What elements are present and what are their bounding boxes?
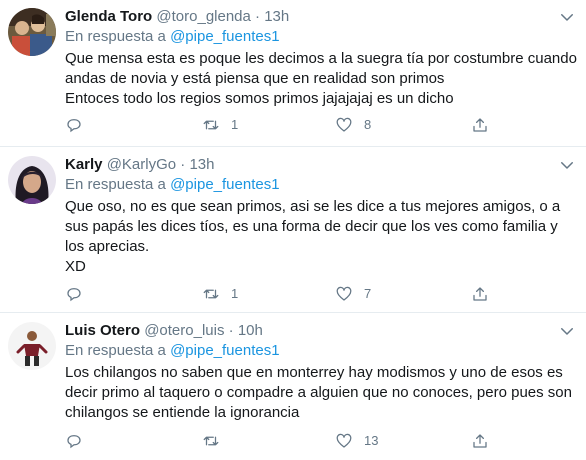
display-name[interactable]: Glenda Toro xyxy=(65,8,152,25)
retweet-button[interactable]: 1 xyxy=(202,115,238,135)
retweet-icon xyxy=(203,289,219,299)
replies-feed: Glenda Toro @toro_glenda · 13h En respue… xyxy=(0,0,586,460)
tweet-line: Entoces todo los regios somos primos jaj… xyxy=(65,90,454,107)
tweet-text: Que oso, no es que sean primos, asi se l… xyxy=(65,197,580,277)
reply-context: En respuesta a @pipe_fuentes1 xyxy=(65,341,280,361)
display-name[interactable]: Luis Otero xyxy=(65,322,140,339)
avatar[interactable] xyxy=(8,8,56,56)
display-name[interactable]: Karly xyxy=(65,156,103,173)
mention-link[interactable]: @pipe_fuentes1 xyxy=(170,176,279,193)
separator-dot: · xyxy=(180,156,186,173)
avatar[interactable] xyxy=(8,322,56,370)
timestamp[interactable]: 13h xyxy=(189,156,214,173)
retweet-icon xyxy=(203,436,219,446)
tweet-line: Que oso, no es que sean primos, asi se l… xyxy=(65,198,561,255)
user-handle[interactable]: @toro_glenda xyxy=(156,8,250,25)
tweet-text: Que mensa esta es poque les decimos a la… xyxy=(65,49,580,109)
tweet-line: Que mensa esta es poque les decimos a la… xyxy=(65,50,577,87)
reply-prefix: En respuesta a xyxy=(65,28,166,45)
avatar[interactable] xyxy=(8,156,56,204)
share-icon xyxy=(473,287,487,301)
reply-button[interactable] xyxy=(65,284,83,304)
tweet-line: XD xyxy=(65,258,86,275)
reply-button[interactable] xyxy=(65,115,83,135)
separator-dot: · xyxy=(255,8,261,25)
chevron-down-icon[interactable] xyxy=(558,8,576,26)
reply-button[interactable] xyxy=(65,431,83,451)
tweet-header: Glenda Toro @toro_glenda · 13h xyxy=(65,7,289,27)
timestamp[interactable]: 10h xyxy=(238,322,263,339)
like-button[interactable]: 13 xyxy=(335,431,378,451)
chevron-down-icon[interactable] xyxy=(558,322,576,340)
retweet-button[interactable]: 1 xyxy=(202,284,238,304)
tweet-header: Luis Otero @otero_luis · 10h xyxy=(65,321,263,341)
like-count: 13 xyxy=(364,433,379,448)
reply-icon xyxy=(67,435,81,449)
like-icon xyxy=(336,117,352,132)
reply-prefix: En respuesta a xyxy=(65,176,166,193)
tweet-actions: 1 7 xyxy=(65,284,495,304)
like-count: 7 xyxy=(364,286,372,301)
like-icon xyxy=(336,286,352,301)
tweet-header: Karly @KarlyGo · 13h xyxy=(65,155,215,175)
retweet-icon xyxy=(203,120,219,130)
separator-dot: · xyxy=(228,322,234,339)
retweet-count: 1 xyxy=(231,286,239,301)
share-icon xyxy=(473,434,487,448)
tweet-luis-otero[interactable]: Luis Otero @otero_luis · 10h En respuest… xyxy=(0,314,586,460)
tweet-actions: 1 8 xyxy=(65,115,495,135)
reply-icon xyxy=(67,119,81,133)
tweet-karly[interactable]: Karly @KarlyGo · 13h En respuesta a @pip… xyxy=(0,148,586,313)
mention-link[interactable]: @pipe_fuentes1 xyxy=(170,28,279,45)
share-button[interactable] xyxy=(471,284,489,304)
reply-context: En respuesta a @pipe_fuentes1 xyxy=(65,27,280,47)
share-button[interactable] xyxy=(471,431,489,451)
share-icon xyxy=(473,118,487,132)
chevron-down-icon[interactable] xyxy=(558,156,576,174)
tweet-actions: 13 xyxy=(65,431,495,451)
reply-icon xyxy=(67,288,81,302)
like-icon xyxy=(336,433,352,448)
timestamp[interactable]: 13h xyxy=(264,8,289,25)
mention-link[interactable]: @pipe_fuentes1 xyxy=(170,342,279,359)
user-handle[interactable]: @KarlyGo xyxy=(107,156,176,173)
like-count: 8 xyxy=(364,117,372,132)
user-handle[interactable]: @otero_luis xyxy=(144,322,224,339)
reply-context: En respuesta a @pipe_fuentes1 xyxy=(65,175,280,195)
reply-prefix: En respuesta a xyxy=(65,342,166,359)
like-button[interactable]: 8 xyxy=(335,115,371,135)
share-button[interactable] xyxy=(471,115,489,135)
tweet-glenda-toro[interactable]: Glenda Toro @toro_glenda · 13h En respue… xyxy=(0,0,586,147)
tweet-text: Los chilangos no saben que en monterrey … xyxy=(65,363,580,423)
retweet-count: 1 xyxy=(231,117,239,132)
tweet-line: Los chilangos no saben que en monterrey … xyxy=(65,364,572,421)
retweet-button[interactable] xyxy=(202,431,231,451)
like-button[interactable]: 7 xyxy=(335,284,371,304)
